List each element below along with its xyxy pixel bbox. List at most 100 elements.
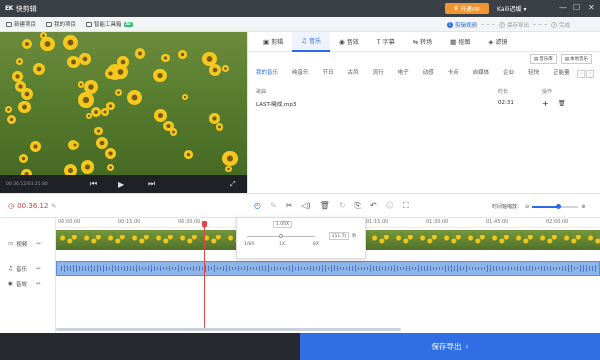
waveform-bar — [586, 265, 587, 272]
crop-icon[interactable]: ⛶ — [403, 201, 409, 211]
chevron-right-icon[interactable]: › — [586, 70, 594, 78]
my-projects-label: 我的项目 — [54, 22, 77, 28]
link-icon[interactable]: ⇿ — [36, 281, 41, 287]
category-we-media[interactable]: 自媒体 — [473, 68, 490, 76]
music-category-tabs: 我的音乐 纯音乐 节日 古风 流行 电子 动感 卡点 自媒体 企业 轻快 正能量 — [248, 65, 600, 79]
video-frame[interactable] — [0, 32, 247, 180]
waveform-bar — [196, 266, 197, 271]
waveform-bar — [427, 266, 428, 271]
waveform-bar — [511, 266, 512, 271]
maximize-button[interactable]: ☐ — [573, 2, 580, 14]
music-row[interactable]: LAST-曦成.mp3 02:31 + 🗑 — [256, 100, 596, 112]
minimize-button[interactable]: — — [559, 2, 567, 14]
copy-icon[interactable]: ⎘ — [355, 201, 361, 211]
speed-icon[interactable]: ◴ — [254, 201, 261, 211]
user-menu[interactable]: Kaili迟缓 ▾ — [497, 4, 526, 13]
play-icon[interactable]: ▶ — [118, 180, 124, 189]
waveform-bar — [439, 267, 440, 270]
waveform-bar — [460, 266, 461, 271]
category-pure-music[interactable]: 纯音乐 — [292, 68, 309, 76]
undo-icon[interactable]: ↶ — [370, 201, 377, 211]
clock-icon: ◷ — [8, 202, 15, 210]
zoom-handle[interactable] — [555, 203, 561, 209]
category-light[interactable]: 轻快 — [528, 68, 539, 76]
category-dynamic[interactable]: 动感 — [423, 68, 434, 76]
tab-filter[interactable]: ◈ 滤镜 — [479, 32, 516, 52]
zoom-in-icon[interactable]: ⊕ — [581, 204, 585, 210]
waveform-bar — [277, 266, 278, 271]
flower-decoration — [16, 57, 24, 65]
tab-sound-effect[interactable]: ◉ 音效 — [330, 32, 368, 52]
waveform-bar — [391, 265, 392, 272]
previous-frame-icon[interactable]: ⏮ — [90, 179, 97, 189]
timeline-scrollbar[interactable] — [56, 328, 401, 331]
music-library-button[interactable]: ▤ 音乐库 — [529, 54, 557, 64]
zoom-out-icon[interactable]: ⊖ — [525, 204, 529, 210]
trash-icon[interactable]: 🗑 — [320, 201, 330, 211]
rotate-icon[interactable]: ↻ — [339, 201, 346, 211]
next-frame-icon[interactable]: ⏭ — [148, 179, 155, 189]
playhead-handle[interactable] — [202, 221, 207, 227]
folder-icon — [46, 21, 53, 27]
waveform-bar — [433, 266, 434, 271]
smart-toolbox-button[interactable]: 智能工具箱 AI — [86, 20, 133, 28]
tab-subtitle[interactable]: T 字幕 — [368, 32, 404, 52]
chevron-left-icon[interactable]: ‹ — [577, 70, 585, 78]
speed-slider-handle[interactable] — [279, 234, 283, 238]
waveform-bar — [349, 265, 350, 272]
my-projects-button[interactable]: 我的项目 — [46, 20, 76, 28]
vip-button[interactable]: ♛ 开通VIP — [445, 3, 489, 14]
tab-edit[interactable]: ▣ 剪辑 — [254, 32, 292, 52]
waveform-bar — [436, 267, 437, 270]
save-export-button[interactable]: 保存导出 › — [300, 333, 600, 360]
volume-icon[interactable]: ◁) — [301, 201, 310, 211]
category-pop[interactable]: 流行 — [373, 68, 384, 76]
duration-input[interactable]: 151.7t — [329, 232, 349, 240]
local-music-button[interactable]: ▤ 本地音乐 — [560, 54, 592, 64]
playhead[interactable] — [204, 222, 205, 328]
zoom-slider[interactable] — [532, 203, 579, 209]
category-electronic[interactable]: 电子 — [398, 68, 409, 76]
waveform-bar — [325, 265, 326, 272]
playback-bar: 00:36.12/03:25.80 ⏮ ▶ ⏭ ⤢ — [0, 175, 247, 193]
audio-clip[interactable] — [56, 261, 600, 276]
waveform-bar — [235, 267, 236, 270]
waveform-bar — [442, 266, 443, 271]
step-number: 3 — [550, 21, 557, 28]
close-button[interactable]: ✕ — [588, 2, 595, 14]
tab-music[interactable]: ♫ 音乐 — [292, 31, 331, 52]
category-enterprise[interactable]: 企业 — [503, 68, 514, 76]
scissors-icon[interactable]: ✂ — [286, 201, 293, 211]
pen-icon[interactable]: ✎ — [270, 201, 277, 211]
waveform-bar — [154, 265, 155, 272]
category-positive[interactable]: 正能量 — [553, 68, 570, 76]
add-icon[interactable]: + — [542, 100, 549, 108]
fullscreen-icon[interactable]: ⤢ — [230, 180, 236, 189]
link-icon[interactable]: ⇿ — [36, 266, 41, 272]
waveform-bar — [538, 267, 539, 270]
category-my-music[interactable]: 我的音乐 — [256, 68, 278, 76]
waveform-bar — [496, 266, 497, 271]
waveform-bar — [286, 267, 287, 270]
category-beat[interactable]: 卡点 — [448, 68, 459, 76]
flower-decoration — [209, 113, 220, 124]
video-preview: 00:36.12/03:25.80 ⏮ ▶ ⏭ ⤢ — [0, 32, 247, 193]
video-thumbnail — [584, 230, 600, 250]
chevron-down-icon: ▾ — [523, 6, 527, 13]
emoji-icon[interactable]: ☺ — [386, 201, 394, 211]
new-project-button[interactable]: 新建项目 — [6, 20, 36, 28]
link-icon[interactable]: ⇿ — [36, 241, 41, 247]
tab-transition[interactable]: ⇆ 转场 — [404, 32, 441, 52]
local-music-label: 本地音乐 — [570, 57, 588, 62]
tab-cutout[interactable]: ▦ 抠图 — [441, 32, 479, 52]
category-festival[interactable]: 节日 — [323, 68, 334, 76]
waveform-bar — [334, 265, 335, 272]
category-ancient[interactable]: 古风 — [348, 68, 359, 76]
pencil-icon[interactable]: ✎ — [51, 203, 56, 210]
flower-decoration — [12, 70, 24, 82]
waveform-bar — [523, 266, 524, 271]
ruler-tick: 01:30.00 — [426, 219, 449, 225]
header-duration: 时长 — [498, 89, 509, 95]
flower-decoration — [71, 141, 80, 150]
trash-icon[interactable]: 🗑 — [558, 100, 566, 107]
